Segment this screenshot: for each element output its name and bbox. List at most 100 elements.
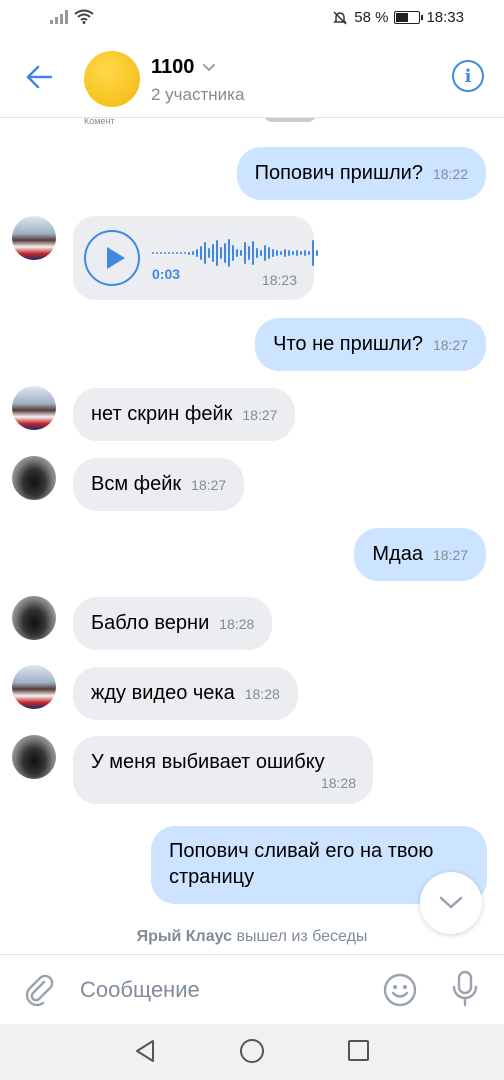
- signal-icon: [50, 10, 68, 24]
- sender-avatar[interactable]: [12, 735, 56, 779]
- waveform-bar: [168, 252, 170, 254]
- message-time: 18:23: [261, 272, 297, 288]
- sender-avatar[interactable]: [12, 216, 56, 260]
- waveform-bar: [264, 245, 266, 261]
- status-bar: 58 % 18:33: [0, 0, 504, 38]
- smile-icon: [383, 973, 417, 1007]
- voice-message[interactable]: 0:03 18:23: [73, 216, 318, 300]
- system-message-name[interactable]: Ярый Клаус: [137, 928, 232, 945]
- waveform-bar: [216, 240, 218, 266]
- waveform-bar: [192, 251, 194, 255]
- waveform-bar: [304, 250, 306, 256]
- chevron-down-icon: [439, 896, 463, 909]
- paperclip-icon: [25, 974, 54, 1007]
- message-time: 18:28: [320, 775, 356, 791]
- message-bubble-out[interactable]: Попович пришли? 18:22: [236, 147, 486, 200]
- system-message: Ярый Клаус вышел из беседы: [0, 928, 504, 946]
- scroll-down-button[interactable]: [420, 872, 482, 934]
- waveform-bar: [292, 251, 294, 255]
- sender-avatar[interactable]: [12, 665, 56, 709]
- sender-avatar[interactable]: [12, 596, 56, 640]
- waveform-bar: [180, 252, 182, 254]
- waveform-bar: [224, 243, 226, 263]
- nav-home-icon[interactable]: [240, 1039, 264, 1063]
- chevron-down-icon: [203, 64, 216, 72]
- message-bubble-in[interactable]: жду видео чека 18:28: [73, 667, 298, 720]
- waveform-bar: [272, 249, 274, 257]
- message-text: жду видео чека: [91, 682, 235, 704]
- waveform-bar: [284, 249, 286, 257]
- waveform-bar: [200, 246, 202, 260]
- voice-record-button[interactable]: [452, 970, 478, 1013]
- nav-back-icon[interactable]: [134, 1039, 156, 1063]
- waveform-bar: [308, 251, 310, 255]
- waveform-bar: [196, 249, 198, 257]
- waveform-bar: [208, 248, 210, 258]
- waveform-bar: [300, 251, 302, 255]
- waveform-bar: [252, 241, 254, 265]
- message-time: 18:28: [244, 686, 280, 702]
- waveform-bar: [212, 244, 214, 262]
- waveform-bar: [316, 250, 318, 256]
- message-bubble-in[interactable]: Бабло верни 18:28: [73, 597, 273, 650]
- message-text: Всм фейк: [91, 473, 182, 495]
- clock: 18:33: [426, 9, 464, 26]
- info-icon: i: [464, 65, 472, 87]
- waveform-bar: [268, 247, 270, 259]
- message-time: 18:22: [432, 166, 468, 182]
- waveform-bar: [204, 242, 206, 264]
- nav-recents-icon[interactable]: [348, 1040, 369, 1061]
- chat-avatar[interactable]: [84, 51, 140, 107]
- battery-fill: [396, 13, 409, 22]
- microphone-icon: [452, 970, 478, 1007]
- arrow-left-icon: [26, 65, 53, 89]
- sender-avatar[interactable]: [12, 386, 56, 430]
- system-message-action: вышел из беседы: [232, 928, 368, 945]
- info-button[interactable]: i: [452, 60, 484, 92]
- waveform-bar: [240, 250, 242, 256]
- waveform-bar: [184, 252, 186, 254]
- chat-title-text: 1100: [151, 56, 195, 78]
- back-button[interactable]: [22, 60, 56, 94]
- message-time: 18:27: [242, 407, 278, 423]
- message-time: 18:28: [219, 616, 255, 632]
- voice-duration: 0:03: [152, 266, 181, 282]
- message-bubble-in[interactable]: нет скрин фейк 18:27: [73, 388, 296, 441]
- message-bubble-out[interactable]: Что не пришли? 18:27: [255, 318, 486, 371]
- waveform-bar: [244, 242, 246, 264]
- sender-avatar[interactable]: [12, 456, 56, 500]
- attach-button[interactable]: [22, 973, 56, 1012]
- message-text: Попович сливай его на твою страницу: [169, 840, 434, 888]
- message-bubble-in[interactable]: Всм фейк 18:27: [73, 458, 245, 511]
- message-bubble-out[interactable]: Мдаа 18:27: [354, 528, 486, 581]
- message-input[interactable]: [80, 972, 370, 1008]
- cut-off-bubble: [264, 118, 316, 122]
- battery-percent: 58 %: [354, 9, 389, 26]
- waveform-bar: [188, 251, 190, 255]
- waveform-bar: [236, 249, 238, 257]
- waveform-bar: [232, 245, 234, 261]
- voice-waveform[interactable]: [152, 238, 318, 268]
- message-bubble-in[interactable]: У меня выбивает ошибку 18:28: [73, 736, 373, 804]
- message-text: нет скрин фейк: [91, 403, 233, 425]
- message-text: Бабло верни: [91, 612, 210, 634]
- message-list[interactable]: Комент Попович пришли? 18:22 0:03 18:23 Ч…: [0, 118, 504, 954]
- message-time: 18:27: [432, 547, 468, 563]
- play-button[interactable]: [84, 230, 140, 286]
- wifi-icon: [74, 9, 94, 24]
- participants-count: 2 участника: [151, 85, 245, 104]
- waveform-bar: [164, 252, 166, 254]
- waveform-bar: [248, 246, 250, 260]
- waveform-bar: [256, 248, 258, 258]
- waveform-bar: [152, 252, 154, 254]
- waveform-bar: [276, 250, 278, 256]
- message-text: Мдаа: [372, 543, 423, 565]
- message-composer: [0, 954, 504, 1024]
- chat-title[interactable]: 1100: [151, 56, 216, 79]
- message-time: 18:27: [191, 477, 227, 493]
- message-text: Что не пришли?: [273, 333, 423, 355]
- waveform-bar: [228, 239, 230, 267]
- system-nav-bar: [0, 1024, 504, 1080]
- emoji-button[interactable]: [383, 973, 417, 1012]
- waveform-bar: [296, 250, 298, 256]
